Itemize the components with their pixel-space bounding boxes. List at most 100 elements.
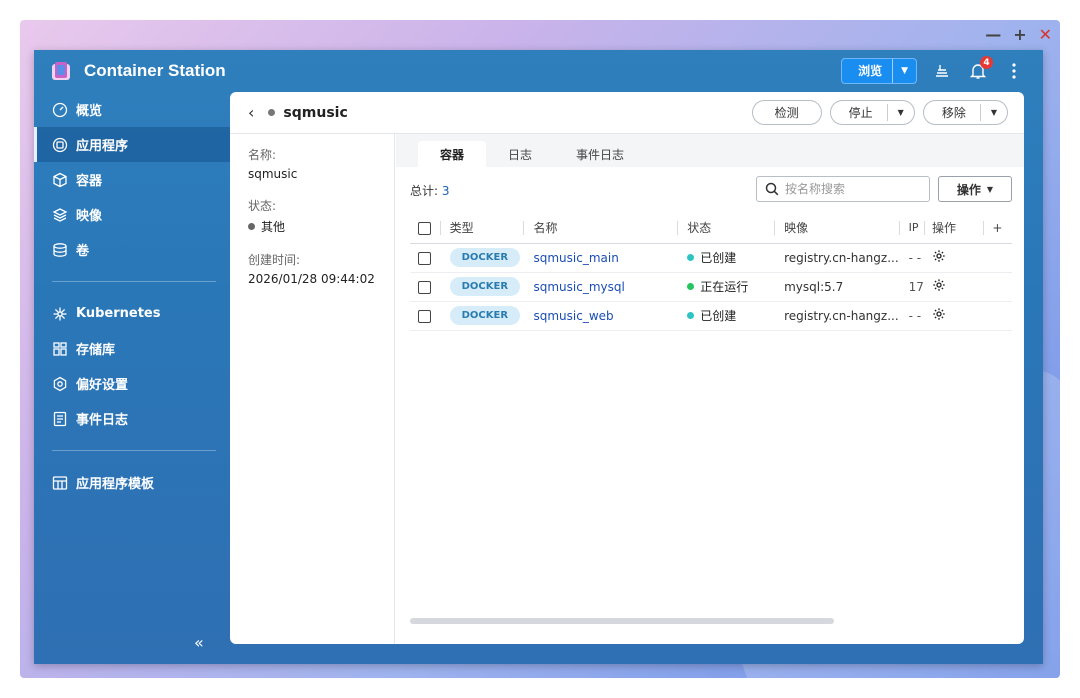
close-button[interactable]: ✕	[1039, 26, 1052, 44]
status-dot-icon	[248, 223, 255, 230]
sidebar-item-label: 应用程序	[76, 139, 129, 154]
containers-content: 容器 日志 事件日志 总计: 3 操作 ▼	[396, 134, 1024, 644]
created-value: 2026/01/28 09:44:02	[248, 272, 375, 286]
add-column-button[interactable]: +	[982, 213, 1012, 244]
detect-button[interactable]: 检测	[751, 100, 822, 125]
col-type[interactable]: 类型	[439, 213, 524, 244]
container-station-logo-icon	[52, 62, 70, 80]
containers-table: 类型 名称 状态 映像 IP 操作 + DOCKER sqmusic_main	[410, 213, 1012, 331]
sidebar-item-label: 存储库	[76, 343, 116, 358]
container-name-link[interactable]: sqmusic_mysql	[533, 280, 624, 294]
col-image[interactable]: 映像	[774, 213, 899, 244]
tab-containers[interactable]: 容器	[418, 141, 487, 167]
overview-icon	[52, 102, 68, 118]
container-image: registry.cn-hangz...	[774, 243, 899, 273]
sidebar-item-label: 映像	[76, 209, 103, 224]
tab-logs[interactable]: 日志	[486, 141, 554, 167]
sidebar-item-preferences[interactable]: 偏好设置	[34, 366, 230, 401]
chevron-down-icon[interactable]: ▼	[981, 108, 1007, 117]
table-row[interactable]: DOCKER sqmusic_mysql 正在运行 mysql:5.7 17	[410, 272, 1012, 302]
stop-button[interactable]: 停止 ▼	[829, 100, 915, 125]
browse-button[interactable]: 浏览 ▼	[841, 58, 917, 84]
status-value: 其他	[261, 220, 286, 234]
search-icon	[765, 182, 779, 196]
sidebar-item-containers[interactable]: 容器	[34, 162, 230, 197]
event-log-icon	[52, 411, 68, 427]
horizontal-scrollbar[interactable]	[410, 618, 834, 624]
minimize-button[interactable]: —	[985, 26, 1001, 44]
select-all-checkbox[interactable]	[418, 221, 431, 235]
sidebar-item-kubernetes[interactable]: Kubernetes	[34, 296, 230, 331]
sidebar-item-apps[interactable]: 应用程序	[34, 127, 230, 162]
preferences-icon	[52, 376, 68, 392]
apps-icon	[52, 137, 68, 153]
tasks-stack-icon[interactable]	[931, 60, 953, 82]
remove-button[interactable]: 移除 ▼	[922, 100, 1008, 125]
kubernetes-icon	[52, 306, 68, 322]
gear-icon[interactable]	[932, 307, 946, 321]
table-row[interactable]: DOCKER sqmusic_main 已创建 registry.cn-hang…	[410, 243, 1012, 273]
container-ip: - -	[898, 301, 924, 331]
sidebar-item-volumes[interactable]: 卷	[34, 232, 230, 267]
sidebar-item-overview[interactable]: 概览	[34, 92, 230, 127]
total-value: 3	[441, 184, 450, 198]
list-toolbar: 总计: 3 操作 ▼	[396, 167, 1024, 213]
window-controls: — + ✕	[985, 26, 1052, 44]
tab-event-log[interactable]: 事件日志	[554, 141, 646, 167]
row-checkbox[interactable]	[418, 251, 431, 265]
status-value-row: 其他	[248, 218, 394, 235]
type-badge: DOCKER	[449, 306, 521, 325]
app-title: Container Station	[84, 61, 226, 80]
row-checkbox[interactable]	[418, 309, 431, 323]
col-ip[interactable]: IP	[898, 213, 924, 244]
col-status[interactable]: 状态	[677, 213, 775, 244]
chevron-down-icon[interactable]: ▼	[888, 108, 914, 117]
table-row[interactable]: DOCKER sqmusic_web 已创建 registry.cn-hangz…	[410, 301, 1012, 331]
sidebar-item-label: 事件日志	[76, 413, 129, 428]
chevron-down-icon[interactable]: ▼	[893, 59, 916, 83]
detect-label: 检测	[774, 106, 799, 120]
row-checkbox[interactable]	[418, 280, 431, 294]
title-bar: Container Station 浏览 ▼ 4	[34, 50, 1043, 92]
notification-badge: 4	[980, 56, 993, 69]
sidebar-item-repository[interactable]: 存储库	[34, 331, 230, 366]
container-image: registry.cn-hangz...	[774, 301, 899, 331]
created-label: 创建时间:	[248, 253, 301, 267]
sidebar-item-images[interactable]: 映像	[34, 197, 230, 232]
more-vertical-icon[interactable]	[1003, 60, 1025, 82]
name-label: 名称:	[248, 148, 277, 162]
sidebar-divider	[52, 450, 216, 451]
col-actions: 操作	[923, 213, 983, 244]
status-dot-icon	[687, 283, 695, 290]
sidebar-item-app-templates[interactable]: 应用程序模板	[34, 465, 230, 500]
col-name[interactable]: 名称	[523, 213, 678, 244]
application-name: sqmusic	[283, 104, 348, 121]
container-status: 已创建	[700, 251, 737, 265]
gear-icon[interactable]	[932, 249, 946, 263]
back-arrow-icon[interactable]: ‹	[248, 103, 254, 122]
remove-label: 移除	[924, 104, 981, 121]
name-value: sqmusic	[248, 167, 298, 181]
sidebar-item-label: Kubernetes	[76, 306, 161, 321]
total-label: 总计:	[410, 184, 439, 198]
status-dot-icon	[687, 312, 695, 319]
search-box[interactable]	[756, 176, 930, 202]
maximize-button[interactable]: +	[1013, 26, 1026, 44]
stop-label: 停止	[831, 104, 888, 121]
actions-dropdown-button[interactable]: 操作 ▼	[938, 176, 1012, 202]
search-input[interactable]	[785, 182, 915, 196]
gear-icon[interactable]	[932, 278, 946, 292]
container-status: 正在运行	[700, 280, 749, 294]
chevron-down-icon: ▼	[986, 184, 994, 194]
repository-icon	[52, 341, 68, 357]
status-label: 状态:	[248, 199, 277, 213]
collapse-sidebar-icon[interactable]: «	[194, 633, 204, 652]
sidebar-item-event-log[interactable]: 事件日志	[34, 401, 230, 436]
container-status: 已创建	[700, 309, 737, 323]
sidebar-item-label: 卷	[76, 244, 90, 259]
container-ip: - -	[898, 243, 924, 273]
container-name-link[interactable]: sqmusic_main	[533, 251, 618, 265]
total-count: 总计: 3	[410, 182, 450, 199]
notification-bell-icon[interactable]: 4	[967, 56, 993, 82]
container-name-link[interactable]: sqmusic_web	[533, 309, 613, 323]
